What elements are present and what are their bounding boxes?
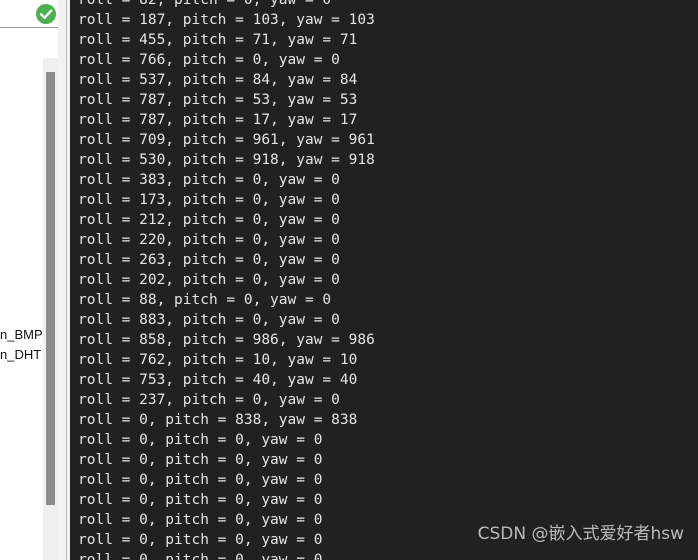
console-log-line: roll = 173, pitch = 0, yaw = 0	[78, 192, 340, 208]
tree-item-dht[interactable]: n_DHT	[0, 345, 42, 365]
console-log-line: roll = 0, pitch = 838, yaw = 838	[78, 412, 358, 428]
console-log-line: roll = 220, pitch = 0, yaw = 0	[78, 232, 340, 248]
console-log-line: roll = 187, pitch = 103, yaw = 103	[78, 12, 375, 28]
console-log-line: roll = 82, pitch = 0, yaw = 0	[78, 0, 332, 8]
console-log-line: roll = 237, pitch = 0, yaw = 0	[78, 392, 340, 408]
console-line-list: roll = 82, pitch = 0, yaw = 0 roll = 187,…	[78, 0, 698, 560]
console-log-line: roll = 530, pitch = 918, yaw = 918	[78, 152, 375, 168]
splitter-divider	[66, 0, 67, 560]
console-log-line: roll = 263, pitch = 0, yaw = 0	[78, 252, 340, 268]
console-log-line: roll = 883, pitch = 0, yaw = 0	[78, 312, 340, 328]
check-circle-icon[interactable]	[35, 3, 57, 25]
scrollbar-thumb[interactable]	[46, 72, 55, 505]
console-log-line: roll = 202, pitch = 0, yaw = 0	[78, 272, 340, 288]
console-log-line: roll = 0, pitch = 0, yaw = 0	[78, 552, 323, 560]
tree-item-label: n_DHT	[0, 347, 42, 362]
console-log-line: roll = 88, pitch = 0, yaw = 0	[78, 292, 332, 308]
console-log-line: roll = 537, pitch = 84, yaw = 84	[78, 72, 358, 88]
console-log-line: roll = 858, pitch = 986, yaw = 986	[78, 332, 375, 348]
app-root: n_BMP n_DHT roll = 82, pitch = 0, yaw = …	[0, 0, 698, 560]
console-log-line: roll = 762, pitch = 10, yaw = 10	[78, 352, 358, 368]
console-log-line: roll = 0, pitch = 0, yaw = 0	[78, 492, 323, 508]
console-log-line: roll = 383, pitch = 0, yaw = 0	[78, 172, 340, 188]
left-panel-toolbar	[0, 0, 58, 28]
vertical-scrollbar[interactable]	[43, 58, 58, 560]
console-log-line: roll = 0, pitch = 0, yaw = 0	[78, 432, 323, 448]
tree-item-bmp[interactable]: n_BMP	[0, 325, 43, 345]
console-output-panel[interactable]: roll = 82, pitch = 0, yaw = 0 roll = 187,…	[70, 0, 698, 560]
panel-splitter[interactable]	[58, 0, 70, 560]
console-log-line: roll = 0, pitch = 0, yaw = 0	[78, 472, 323, 488]
console-log-line: roll = 0, pitch = 0, yaw = 0	[78, 452, 323, 468]
console-log-line: roll = 455, pitch = 71, yaw = 71	[78, 32, 358, 48]
tree-item-label: n_BMP	[0, 327, 43, 342]
console-log-line: roll = 709, pitch = 961, yaw = 961	[78, 132, 375, 148]
console-log-line: roll = 787, pitch = 17, yaw = 17	[78, 112, 358, 128]
console-log-line: roll = 753, pitch = 40, yaw = 40	[78, 372, 358, 388]
tree-list: n_BMP n_DHT	[0, 325, 43, 365]
console-log-line: roll = 766, pitch = 0, yaw = 0	[78, 52, 340, 68]
console-log-line: roll = 787, pitch = 53, yaw = 53	[78, 92, 358, 108]
console-log-line: roll = 212, pitch = 0, yaw = 0	[78, 212, 340, 228]
csdn-watermark: CSDN @嵌入式爱好者hsw	[477, 524, 684, 544]
left-panel-body: n_BMP n_DHT	[0, 29, 58, 560]
